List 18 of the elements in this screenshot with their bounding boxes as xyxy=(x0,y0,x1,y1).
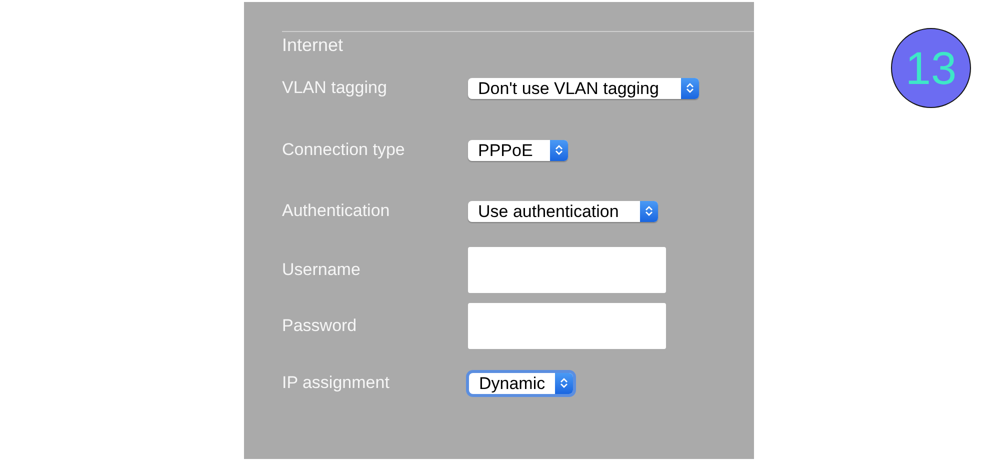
dropdown[interactable]: PPPoE xyxy=(468,140,568,160)
chevron-updown-icon xyxy=(560,377,568,389)
field-label: Authentication xyxy=(282,201,391,221)
chevron-updown-icon xyxy=(555,144,563,156)
dropdown[interactable]: Don't use VLAN tagging xyxy=(468,78,699,98)
input-field[interactable] xyxy=(468,247,666,293)
field-label: Username xyxy=(282,260,362,280)
chevron-updown-icon xyxy=(686,82,694,94)
field-label: VLAN tagging xyxy=(282,78,388,98)
input-field[interactable] xyxy=(468,303,666,349)
field-label: IP assignment xyxy=(282,373,390,393)
dropdown[interactable]: Use authentication xyxy=(468,200,658,222)
field-label: Connection type xyxy=(282,140,406,160)
dropdown[interactable]: Dynamic xyxy=(469,372,574,394)
step-badge: 13 xyxy=(891,28,971,108)
chevron-updown-icon xyxy=(645,205,653,217)
field-label: Password xyxy=(282,316,358,336)
section-title: Internet xyxy=(282,34,344,56)
